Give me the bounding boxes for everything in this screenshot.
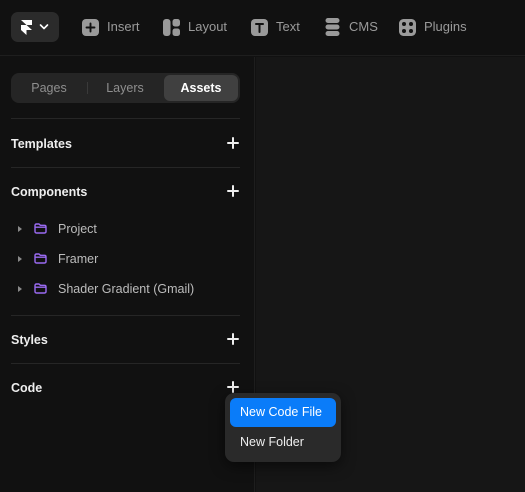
assets-panel: Pages Layers Assets Templates Components… [0,57,255,492]
chevron-down-icon [39,24,49,30]
folder-label-project: Project [58,222,97,236]
divider [11,118,240,119]
caret-right-icon[interactable] [18,226,22,232]
section-components-title: Components [11,185,88,199]
section-styles-title: Styles [11,333,48,347]
toolbar-insert[interactable]: Insert [81,17,140,37]
tab-layers[interactable]: Layers [89,75,161,101]
plugins-icon [398,18,416,36]
section-templates-title: Templates [11,137,72,151]
add-component-plus-icon[interactable] [227,185,239,197]
toolbar-plugins-label: Plugins [424,19,467,34]
tab-separator [87,82,88,94]
toolbar-cms[interactable]: CMS [323,17,378,37]
framer-menu-button[interactable] [11,12,59,42]
caret-right-icon[interactable] [18,286,22,292]
divider [11,363,240,364]
layout-icon [162,18,180,36]
folder-icon [34,223,48,235]
tab-assets[interactable]: Assets [164,75,238,101]
code-add-menu: New Code File New Folder [225,393,341,462]
toolbar-text-label: Text [276,19,300,34]
folder-label-framer: Framer [58,252,99,266]
top-toolbar: Insert Layout Text CMS Plugins [0,0,525,56]
add-style-plus-icon[interactable] [227,333,239,345]
tab-pages[interactable]: Pages [13,75,85,101]
folder-row-shader-gradient[interactable]: Shader Gradient (Gmail) [18,280,194,298]
text-t-icon [250,18,268,36]
panel-tabs: Pages Layers Assets [11,73,240,103]
divider [11,167,240,168]
folder-icon [34,253,48,265]
menu-item-new-folder[interactable]: New Folder [230,428,336,457]
toolbar-layout-label: Layout [188,19,228,34]
folder-label-shader-gradient: Shader Gradient (Gmail) [58,282,195,296]
framer-logo-icon [21,20,32,35]
toolbar-layout[interactable]: Layout [162,17,227,37]
folder-row-framer[interactable]: Framer [18,250,98,268]
add-code-plus-icon[interactable] [227,381,239,393]
divider [11,315,240,316]
caret-right-icon[interactable] [18,256,22,262]
toolbar-cms-label: CMS [349,19,378,34]
toolbar-text[interactable]: Text [250,17,300,37]
toolbar-insert-label: Insert [107,19,140,34]
toolbar-plugins[interactable]: Plugins [398,17,467,37]
folder-icon [34,283,48,295]
menu-item-new-code-file[interactable]: New Code File [230,398,336,427]
add-template-plus-icon[interactable] [227,137,239,149]
section-code-title: Code [11,381,43,395]
plus-square-icon [81,18,99,36]
database-icon [323,18,341,36]
folder-row-project[interactable]: Project [18,220,97,238]
